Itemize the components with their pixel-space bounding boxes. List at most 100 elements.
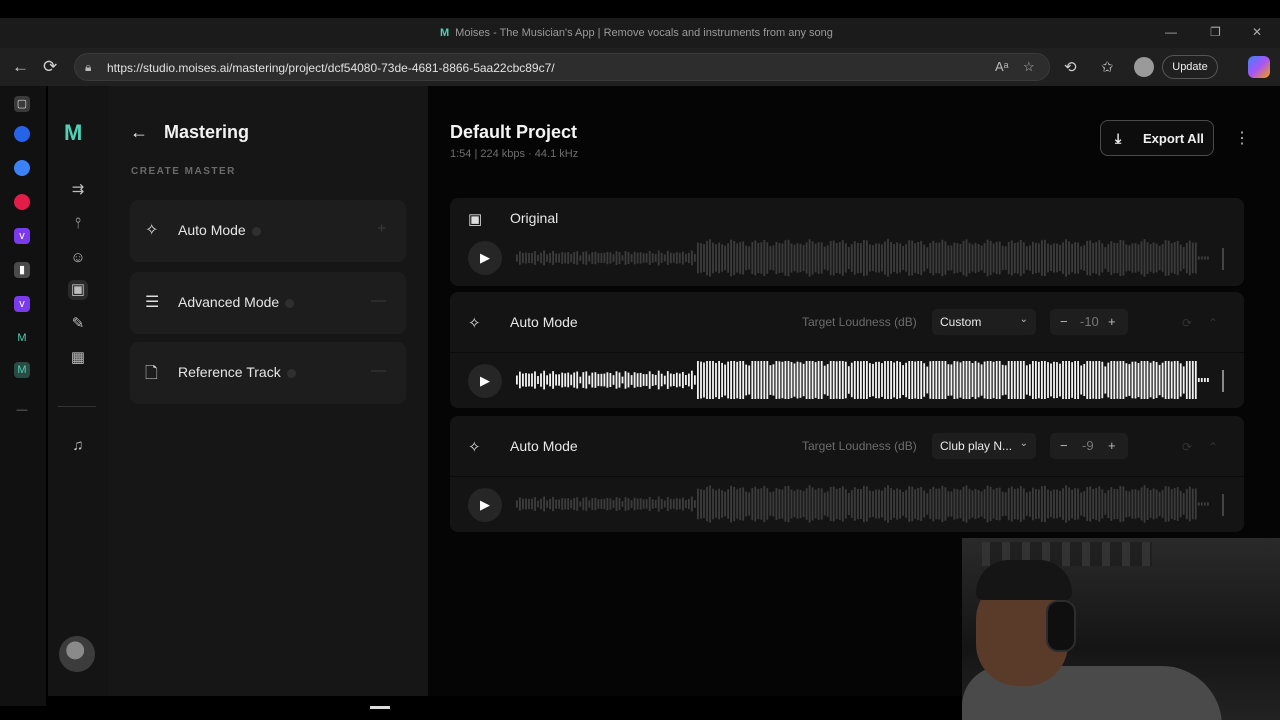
mastering-icon[interactable]: ▣ (68, 280, 88, 300)
edge-icon[interactable] (14, 160, 30, 176)
sliders-icon: ☰ (145, 294, 160, 311)
add-icon[interactable]: + (377, 220, 386, 237)
profile-avatar[interactable] (1134, 57, 1154, 77)
read-aloud-icon[interactable]: Aᵃ (995, 59, 1009, 74)
chevron-down-icon: ⌄ (1019, 314, 1028, 325)
playhead-end[interactable] (1222, 248, 1224, 270)
sparkle-icon: ✧ (468, 315, 481, 332)
mode-label: Advanced Mode (178, 294, 295, 310)
loudness-preset-select[interactable]: Club play N... ⌄ (932, 433, 1036, 459)
more-options-icon[interactable]: ⋮ (1234, 128, 1250, 148)
document-icon[interactable]: ▮ (14, 262, 30, 278)
plus-icon[interactable]: + (1108, 314, 1116, 329)
address-bar-row: ← ⟳ 🔒︎ https://studio.moises.ai/masterin… (0, 48, 1280, 86)
advanced-mode-card[interactable]: ☰ Advanced Mode — (130, 272, 406, 334)
track-divider (450, 476, 1244, 477)
loudness-value: -9 (1082, 438, 1094, 453)
minimize-icon[interactable]: — (1165, 25, 1177, 39)
waveform[interactable] (516, 238, 1210, 278)
browser-sidebar: ▢ v ▮ v M M — (0, 86, 46, 706)
split-icon[interactable]: ⇉ (68, 180, 88, 200)
pen-icon[interactable]: ✎ (68, 314, 88, 334)
app-circle-icon[interactable] (14, 126, 30, 142)
collapse-icon[interactable]: — (371, 292, 386, 309)
window-titlebar (0, 0, 1280, 18)
back-icon[interactable]: ← (12, 57, 29, 77)
loudness-stepper[interactable]: − -10 + (1050, 309, 1128, 335)
mode-label: Reference Track (178, 364, 296, 380)
waveform[interactable] (516, 360, 1210, 400)
playhead-end[interactable] (1222, 494, 1224, 516)
preset-value: Custom (940, 315, 982, 329)
headphones-icon (1046, 600, 1076, 652)
play-button[interactable]: ▶ (468, 241, 502, 275)
close-icon[interactable]: ✕ (1252, 25, 1262, 39)
favorite-star-icon[interactable]: ☆ (1023, 59, 1035, 75)
loudness-preset-select[interactable]: Custom ⌄ (932, 309, 1036, 335)
grid-icon[interactable]: ▦ (68, 348, 88, 368)
collapse-up-icon[interactable]: ⌃ (1208, 440, 1218, 454)
speaker-icon: ▣ (468, 211, 483, 228)
info-icon[interactable] (285, 298, 295, 308)
reference-track-card[interactable]: 🗋︎ Reference Track — (130, 342, 406, 404)
refresh-extension-icon[interactable]: ⟲ (1064, 58, 1077, 76)
panel-title: Mastering (164, 122, 250, 142)
sparkle-icon: ✧ (468, 439, 481, 456)
track-divider (450, 352, 1244, 353)
play-button[interactable]: ▶ (468, 488, 502, 522)
waveform-icon[interactable]: ⫯ (68, 214, 88, 234)
preset-value: Club play N... (940, 439, 1013, 453)
waveform[interactable] (516, 484, 1210, 524)
moises-app-icon[interactable]: M (14, 330, 30, 346)
v-app-2-icon[interactable]: v (14, 296, 30, 312)
auto-mode-card[interactable]: ✧ Auto Mode + (130, 200, 406, 262)
browser-tabbar: M Moises - The Musician's App | Remove vo… (0, 18, 1280, 48)
reload-icon[interactable]: ⟳ (43, 57, 57, 77)
collapse-icon[interactable]: — (371, 362, 386, 379)
track-auto-mode-2: ✧ Auto Mode Target Loudness (dB) Club pl… (450, 416, 1244, 532)
minus-icon[interactable]: − (1060, 314, 1068, 329)
moises-logo-icon[interactable]: M (64, 120, 82, 146)
reset-icon[interactable]: ⟳ (1182, 316, 1192, 330)
track-original: ▣ Original ▶ (450, 198, 1244, 286)
track-label: Auto Mode (510, 438, 578, 454)
nav-rail: M ⇉ ⫯ ☺ ▣ ✎ ▦ ♫ (48, 86, 108, 696)
mode-label: Auto Mode (178, 222, 261, 238)
moises-active-icon[interactable]: M (14, 362, 30, 378)
project-title: Default Project (450, 122, 578, 142)
playhead-end[interactable] (1222, 370, 1224, 392)
url-field[interactable]: 🔒︎ https://studio.moises.ai/mastering/pr… (74, 53, 1050, 81)
reset-icon[interactable]: ⟳ (1182, 440, 1192, 454)
update-button[interactable]: Update (1162, 55, 1218, 79)
plus-icon[interactable]: + (1108, 438, 1116, 453)
info-icon[interactable] (251, 226, 261, 236)
info-icon[interactable] (286, 368, 296, 378)
section-label: CREATE MASTER (131, 166, 236, 177)
loudness-stepper[interactable]: − -9 + (1050, 433, 1128, 459)
minus-icon[interactable]: − (1060, 438, 1068, 453)
collapse-up-icon[interactable]: ⌃ (1208, 316, 1218, 330)
tab-page-icon[interactable]: ▢ (14, 96, 30, 112)
download-icon: ⤓ (1115, 130, 1122, 146)
favorites-icon[interactable]: ✩ (1101, 58, 1114, 76)
target-loudness-label: Target Loudness (dB) (802, 439, 917, 453)
lock-icon: 🔒︎ (85, 60, 92, 74)
file-icon: 🗋︎ (145, 365, 158, 382)
chevron-down-icon: ⌄ (1019, 438, 1028, 449)
rail-divider (58, 406, 96, 407)
record-icon[interactable] (14, 194, 30, 210)
window-title: M Moises - The Musician's App | Remove vo… (440, 27, 833, 39)
track-label: Original (510, 210, 559, 226)
play-button[interactable]: ▶ (468, 364, 502, 398)
back-arrow-icon[interactable]: ← (130, 122, 148, 143)
v-app-icon[interactable]: v (14, 228, 30, 244)
restore-icon[interactable]: ❐ (1210, 25, 1221, 39)
user-avatar[interactable] (59, 636, 95, 672)
track-auto-mode-1: ✧ Auto Mode Target Loudness (dB) Custom … (450, 292, 1244, 408)
voice-icon[interactable]: ☺ (68, 248, 88, 268)
copilot-icon[interactable] (1248, 56, 1270, 78)
export-all-button[interactable]: ⤓ Export All (1100, 120, 1214, 156)
playlist-icon[interactable]: ♫ (68, 436, 88, 456)
loudness-value: -10 (1080, 314, 1099, 329)
moises-logo-icon: M (440, 27, 450, 39)
